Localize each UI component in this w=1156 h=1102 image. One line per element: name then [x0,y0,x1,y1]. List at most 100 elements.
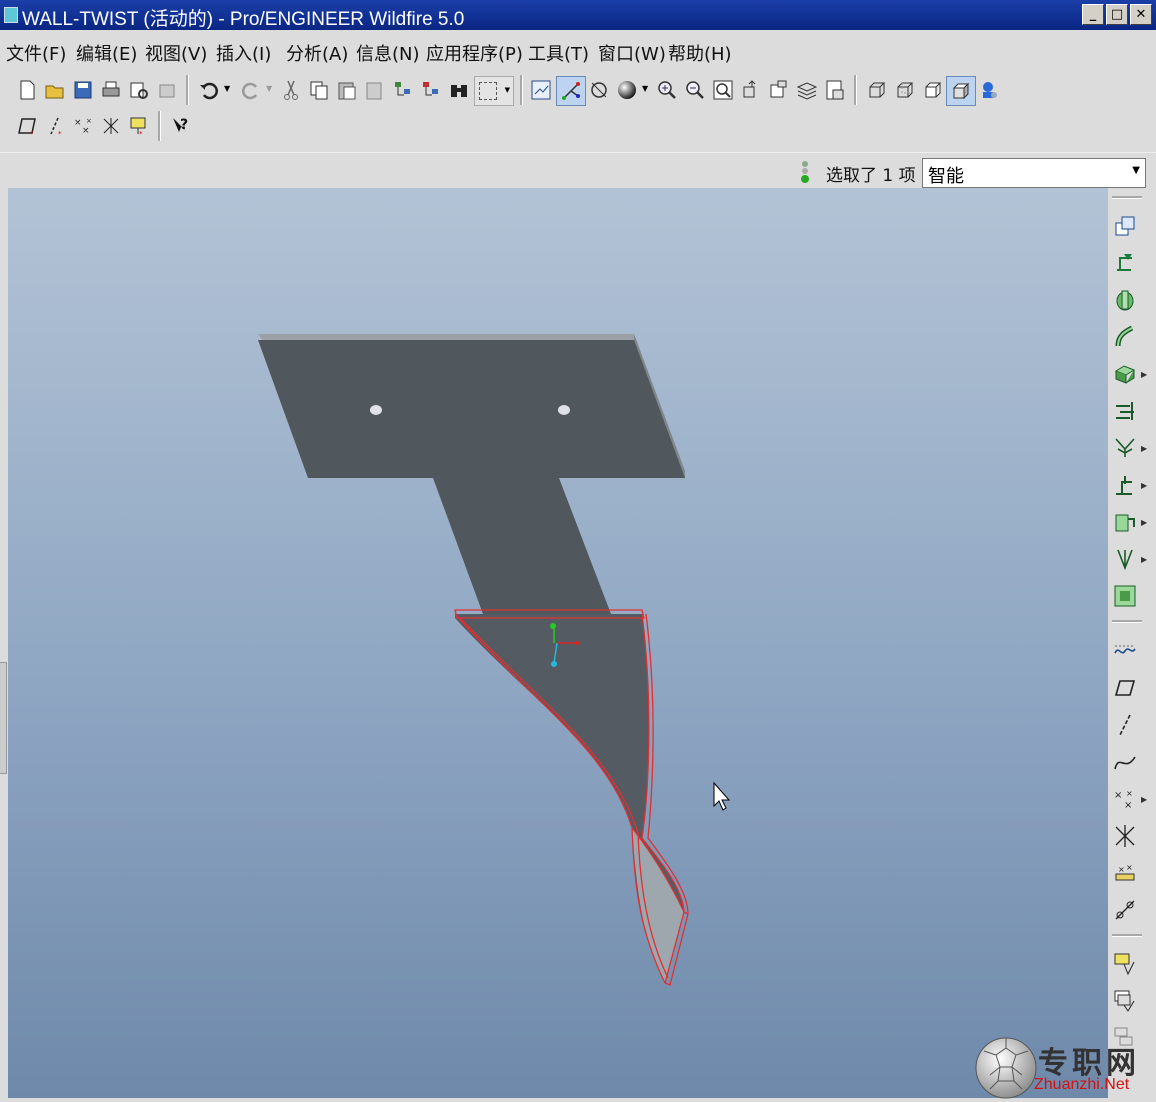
view-manager-icon[interactable] [768,79,790,101]
regenerate-icon[interactable] [392,79,414,101]
watermark: 专职网 Zhuanzhi.Net [972,1036,1156,1102]
minimize-button[interactable]: _ [1082,4,1104,25]
open-icon[interactable] [44,79,66,101]
blend-dropdown-icon[interactable]: ▶ [1141,370,1147,379]
zoom-out-icon[interactable] [684,79,706,101]
saved-views-icon[interactable] [588,79,610,101]
t-plate-face[interactable] [258,340,685,614]
round-icon[interactable] [1112,435,1138,461]
shading-icon [952,82,970,100]
svg-text:×: × [1118,865,1125,874]
graphics-viewport[interactable] [8,188,1108,1098]
hidden-line-icon[interactable] [894,79,916,101]
hole-right [558,405,570,415]
shell-dropdown-icon[interactable]: ▶ [1141,481,1147,490]
datum-axis-display-icon[interactable]: * [44,115,66,137]
datum-axis-icon[interactable] [1112,712,1138,738]
mouse-cursor-icon [713,781,731,811]
paste-special-icon[interactable] [364,79,386,101]
rib-dropdown-icon[interactable]: ▶ [1141,518,1147,527]
datum-point-icon[interactable]: ××× [1112,786,1138,812]
revolve-icon[interactable] [1112,287,1138,313]
selection-filter-dropdown[interactable]: 智能 ▼ [922,158,1146,188]
context-help-icon[interactable]: ? [170,115,192,137]
spin-center-icon [562,82,580,100]
datum-point-dropdown-icon[interactable]: ▶ [1141,795,1147,804]
extrude-icon[interactable] [1112,250,1138,276]
print-preview-icon[interactable] [128,79,150,101]
group-icon[interactable] [1112,988,1138,1014]
hole-icon[interactable] [1112,398,1138,424]
close-button[interactable]: ✕ [1130,4,1152,25]
model-tree-icon[interactable] [824,79,846,101]
rib-icon[interactable] [1112,509,1138,535]
curve-icon[interactable] [1112,638,1138,664]
hole-left [370,405,382,415]
annotation-display-icon[interactable]: * [128,115,150,137]
datum-display-icon[interactable] [530,79,552,101]
title-bar: WALL-TWIST (活动的) - Pro/ENGINEER Wildfire… [0,0,1156,30]
spin-center-toggle[interactable] [556,76,586,106]
model-3d-view[interactable] [8,188,1108,1098]
round-dropdown-icon[interactable]: ▶ [1141,444,1147,453]
find-icon[interactable] [448,79,470,101]
draft-icon[interactable] [1112,546,1138,572]
csys-icon[interactable] [1112,823,1138,849]
new-icon[interactable] [16,79,38,101]
main-toolbar: ▼ ▼ ▼ ▼ * * × × × * ? [0,70,1156,150]
paste-icon[interactable] [336,79,358,101]
sketch-icon[interactable] [1112,897,1138,923]
sketch-tool-icon[interactable] [1112,213,1138,239]
send-icon[interactable] [156,79,178,101]
menu-tools[interactable]: 工具(T) [528,40,589,66]
shell-icon[interactable] [1112,472,1138,498]
menu-view[interactable]: 视图(V) [145,40,207,66]
chevron-down-icon: ▼ [1132,165,1140,176]
svg-text:×: × [1114,790,1122,801]
datum-plane-icon[interactable] [1112,675,1138,701]
copy-icon[interactable] [308,79,330,101]
appearance-icon[interactable] [616,79,638,101]
redo-dropdown-icon[interactable]: ▼ [266,84,272,93]
menu-edit[interactable]: 编辑(E) [76,40,137,66]
left-panel-edge[interactable] [0,188,8,1098]
svg-text:×: × [82,126,90,136]
layers-icon[interactable] [796,79,818,101]
no-hidden-icon[interactable] [922,79,944,101]
menu-info[interactable]: 信息(N) [356,40,420,66]
zoom-in-icon[interactable] [656,79,678,101]
selection-box-icon[interactable]: ▼ [474,76,514,106]
redo-icon[interactable] [240,79,262,101]
draft-dropdown-icon[interactable]: ▶ [1141,555,1147,564]
datum-plane-display-icon[interactable]: * [16,115,38,137]
appearance-dropdown-icon[interactable]: ▼ [642,84,648,93]
print-icon[interactable] [100,79,122,101]
undo-dropdown-icon[interactable]: ▼ [224,84,230,93]
regenerate-manager-icon[interactable] [420,79,442,101]
wireframe-icon[interactable] [866,79,888,101]
analysis-icon[interactable]: × × [1112,860,1138,886]
cut-icon[interactable] [280,79,302,101]
csys-display-icon[interactable] [100,115,122,137]
menu-insert[interactable]: 插入(I) [216,40,271,66]
menu-window[interactable]: 窗口(W) [598,40,666,66]
enhanced-realism-icon[interactable] [978,79,1000,101]
copy-feature-icon[interactable] [1112,951,1138,977]
point-display-icon[interactable]: ××× [72,115,94,137]
save-icon[interactable] [72,79,94,101]
datum-curve-icon[interactable] [1112,749,1138,775]
blend-icon[interactable] [1112,361,1138,387]
menu-analysis[interactable]: 分析(A) [286,40,348,66]
menu-help[interactable]: 帮助(H) [668,40,732,66]
shading-toggle[interactable] [946,76,976,106]
menu-applications[interactable]: 应用程序(P) [426,40,523,66]
maximize-button[interactable]: □ [1106,4,1128,25]
pattern-icon[interactable] [1112,583,1138,609]
undo-icon[interactable] [198,79,220,101]
svg-text:*: * [58,130,62,137]
reorient-icon[interactable] [740,79,762,101]
svg-text:*: * [30,130,34,137]
refit-icon[interactable] [712,79,734,101]
menu-file[interactable]: 文件(F) [6,40,66,66]
variable-sweep-icon[interactable] [1112,324,1138,350]
